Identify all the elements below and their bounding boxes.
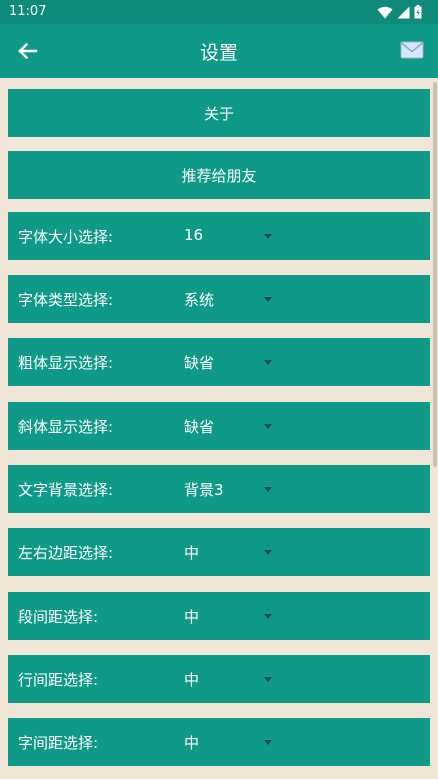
setting-label: 字间距选择: (18, 734, 99, 752)
dropdown-value: 16 (184, 226, 204, 244)
letter-spacing-dropdown[interactable]: 中 (184, 732, 276, 752)
setting-row-bold: 粗体显示选择: 缺省 (8, 338, 430, 386)
dropdown-value: 中 (184, 544, 200, 562)
dropdown-value: 中 (184, 671, 200, 689)
dropdown-arrow-icon (264, 360, 272, 365)
setting-row-side-margin: 左右边距选择: 中 (8, 528, 430, 576)
setting-label: 左右边距选择: (18, 544, 114, 562)
setting-row-italic: 斜体显示选择: 缺省 (8, 402, 430, 450)
envelope-icon[interactable] (400, 40, 424, 60)
text-background-dropdown[interactable]: 背景3 (184, 479, 276, 499)
dropdown-value: 中 (184, 734, 200, 752)
status-time: 11:07 (9, 4, 47, 19)
dropdown-arrow-icon (264, 614, 272, 619)
setting-label: 粗体显示选择: (18, 354, 114, 372)
setting-label: 字体大小选择: (18, 228, 114, 246)
setting-label: 文字背景选择: (18, 481, 114, 499)
dropdown-value: 背景3 (184, 481, 224, 499)
dropdown-value: 系统 (184, 291, 215, 309)
dropdown-arrow-icon (264, 297, 272, 302)
wifi-icon (377, 6, 393, 18)
setting-row-font-size: 字体大小选择: 16 (8, 212, 430, 260)
setting-row-font-type: 字体类型选择: 系统 (8, 275, 430, 323)
dropdown-value: 中 (184, 608, 200, 626)
page-title: 设置 (199, 42, 238, 64)
side-margin-dropdown[interactable]: 中 (184, 542, 276, 562)
paragraph-spacing-dropdown[interactable]: 中 (184, 606, 276, 626)
setting-label: 斜体显示选择: (18, 418, 114, 436)
setting-row-letter-spacing: 字间距选择: 中 (8, 718, 430, 766)
dropdown-arrow-icon (264, 550, 272, 555)
setting-row-paragraph-spacing: 段间距选择: 中 (8, 592, 430, 640)
status-bar: 11:07 (0, 0, 438, 24)
dropdown-arrow-icon (264, 677, 272, 682)
scrollbar[interactable] (433, 82, 437, 467)
setting-row-line-spacing: 行间距选择: 中 (8, 655, 430, 703)
signal-icon (397, 6, 410, 18)
dropdown-arrow-icon (264, 234, 272, 239)
italic-dropdown[interactable]: 缺省 (184, 416, 276, 436)
line-spacing-dropdown[interactable]: 中 (184, 669, 276, 689)
status-icons (377, 4, 422, 20)
font-type-dropdown[interactable]: 系统 (184, 289, 276, 309)
about-button[interactable]: 关于 (8, 89, 430, 137)
setting-label: 行间距选择: (18, 671, 99, 689)
dropdown-arrow-icon (264, 424, 272, 429)
dropdown-value: 缺省 (184, 418, 215, 436)
dropdown-arrow-icon (264, 740, 272, 745)
font-size-dropdown[interactable]: 16 (184, 226, 276, 246)
settings-list: 关于 推荐给朋友 字体大小选择: 16 字体类型选择: 系统 粗体显示选择: 缺… (0, 78, 438, 779)
app-bar: 设置 (0, 24, 438, 78)
setting-label: 段间距选择: (18, 608, 99, 626)
setting-row-text-background: 文字背景选择: 背景3 (8, 465, 430, 513)
bold-dropdown[interactable]: 缺省 (184, 352, 276, 372)
battery-icon (414, 5, 422, 19)
setting-label: 字体类型选择: (18, 291, 114, 309)
dropdown-arrow-icon (264, 487, 272, 492)
dropdown-value: 缺省 (184, 354, 215, 372)
recommend-button[interactable]: 推荐给朋友 (8, 151, 430, 199)
